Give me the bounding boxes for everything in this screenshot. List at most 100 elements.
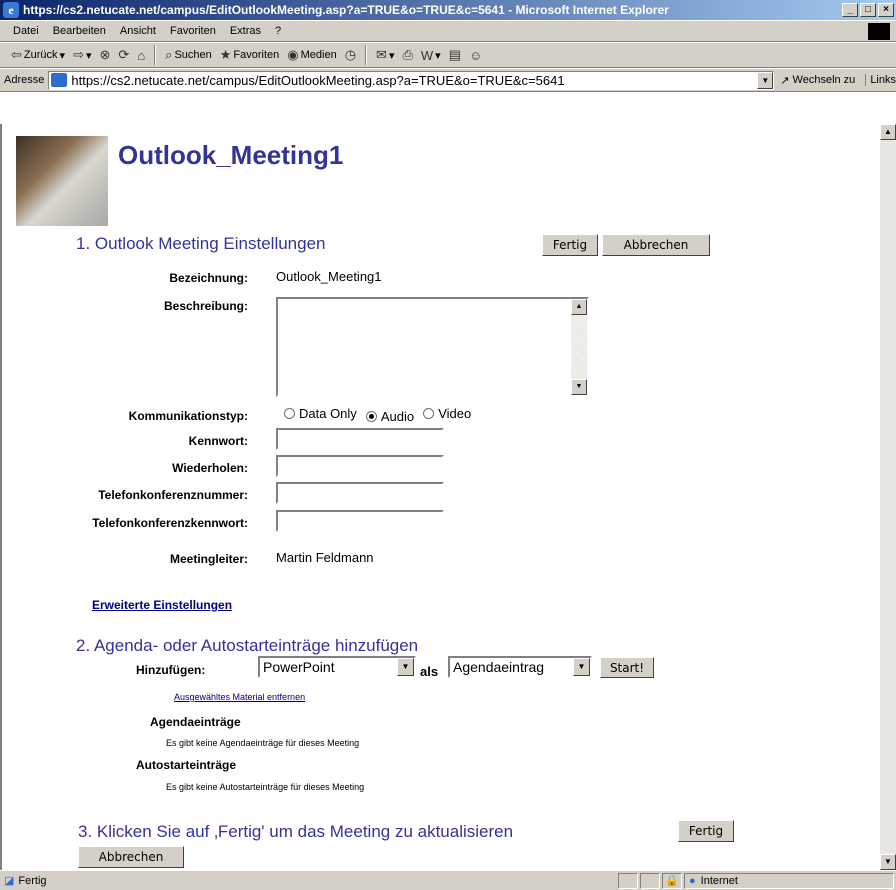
radio-circle[interactable] — [423, 408, 435, 419]
mail-button[interactable]: ✉ ▾ — [373, 47, 397, 63]
chevron-down-icon: ▾ — [388, 49, 395, 62]
scroll-up-icon[interactable]: ▲ — [880, 124, 896, 140]
messenger-button[interactable]: ☺ — [466, 48, 485, 63]
password-label: Kennwort: — [188, 434, 248, 448]
menu-extras[interactable]: Extras — [223, 25, 268, 37]
refresh-button[interactable]: ⟳ — [115, 47, 132, 63]
radio-label: Video — [438, 406, 472, 421]
repeat-label: Wiederholen: — [172, 461, 248, 475]
add-type-value: PowerPoint — [263, 659, 335, 675]
home-button[interactable]: ⌂ — [134, 48, 148, 63]
radio-circle[interactable] — [365, 411, 377, 422]
password-input[interactable] — [276, 428, 444, 450]
go-label: Wechseln zu — [792, 74, 856, 86]
done-button-bottom[interactable]: Fertig — [678, 820, 734, 842]
print-icon: ⎙ — [402, 47, 413, 62]
search-button[interactable]: ⌕ Suchen — [162, 47, 215, 63]
close-button[interactable]: × — [878, 3, 894, 17]
window-title: https://cs2.netucate.net/campus/EditOutl… — [23, 3, 669, 17]
maximize-button[interactable]: □ — [860, 3, 876, 17]
address-value: https://cs2.netucate.net/campus/EditOutl… — [71, 72, 565, 88]
back-label: Zurück — [23, 49, 58, 61]
toolbar: ⇦ Zurück ▾ ⇨ ▾ ⊗ ⟳ ⌂ ⌕ Suchen ★ Favoriten ◉ Me… — [0, 42, 896, 68]
minimize-button[interactable]: _ — [842, 3, 858, 17]
home-icon: ⌂ — [137, 47, 146, 63]
chevron-down-icon[interactable]: ▼ — [573, 658, 590, 676]
status-text: Fertig — [18, 874, 47, 887]
forward-button[interactable]: ⇨ ▾ — [70, 47, 94, 63]
messenger-icon: ☺ — [469, 47, 483, 63]
advanced-settings-link[interactable]: Erweiterte Einstellungen — [92, 598, 232, 612]
section-1-heading: 1. Outlook Meeting Einstellungen — [76, 234, 326, 253]
stop-button[interactable]: ⊗ — [97, 47, 114, 63]
done-button-top[interactable]: Fertig — [542, 234, 598, 256]
description-textarea[interactable]: ▲ ▼ — [276, 297, 589, 397]
cancel-button-top[interactable]: Abbrechen — [602, 234, 710, 256]
header-photo — [16, 136, 108, 226]
mail-icon: ✉ — [376, 47, 387, 62]
comm-type-label: Kommunikationstyp: — [128, 409, 248, 423]
radio-circle[interactable] — [284, 408, 295, 419]
media-button[interactable]: ◉ Medien — [284, 47, 339, 63]
section-3-heading: 3. Klicken Sie auf ‚Fertig' um das Meeti… — [78, 822, 514, 841]
menu-bearbeiten[interactable]: Bearbeiten — [46, 25, 113, 37]
radio-audio[interactable]: Audio — [365, 409, 415, 424]
radio-video[interactable]: Video — [423, 406, 471, 421]
go-button[interactable]: ↗ Wechseln zu — [780, 74, 855, 87]
toolbar-separator — [365, 45, 368, 65]
status-cell — [640, 872, 660, 889]
menu-ansicht[interactable]: Ansicht — [113, 25, 163, 37]
remove-material-link[interactable]: Ausgewähltes Material entfernen — [174, 692, 305, 702]
print-button[interactable]: ⎙ — [399, 47, 415, 63]
textarea-scrollbar[interactable]: ▲ ▼ — [571, 299, 587, 395]
radio-data-only[interactable]: Data Only — [284, 406, 357, 421]
chevron-down-icon[interactable]: ▼ — [397, 658, 414, 676]
windows-logo-icon — [868, 23, 890, 40]
conf-number-label: Telefonkonferenznummer: — [98, 488, 248, 502]
status-bar: ◪ Fertig 🔒 ● Internet — [0, 870, 896, 890]
description-label: Beschreibung: — [163, 299, 248, 313]
address-input[interactable]: https://cs2.netucate.net/campus/EditOutl… — [48, 70, 775, 90]
leader-value: Martin Feldmann — [276, 550, 374, 565]
media-icon: ◉ — [287, 47, 299, 62]
ie-icon: e — [3, 2, 19, 18]
scroll-down-icon[interactable]: ▼ — [880, 854, 896, 870]
cancel-button-bottom[interactable]: Abbrechen — [78, 846, 184, 868]
history-button[interactable]: ◷ — [342, 47, 359, 63]
back-button[interactable]: ⇦ Zurück ▾ — [8, 47, 68, 63]
page-viewport: Outlook_Meeting1 1. Outlook Meeting Eins… — [0, 124, 880, 870]
toolbar-separator — [154, 45, 157, 65]
add-type-select[interactable]: PowerPoint ▼ — [258, 656, 416, 678]
go-arrow-icon: ↗ — [780, 74, 790, 87]
conf-password-input[interactable] — [276, 510, 444, 532]
page-scrollbar[interactable]: ▲ ▼ — [880, 124, 896, 870]
page-title: Outlook_Meeting1 — [118, 140, 344, 170]
name-value: Outlook_Meeting1 — [276, 269, 382, 284]
page-icon — [51, 73, 68, 87]
forward-arrow-icon: ⇨ — [73, 47, 84, 62]
radio-label: Audio — [380, 409, 415, 424]
discuss-button[interactable]: ▤ — [446, 47, 464, 63]
favorites-button[interactable]: ★ Favoriten — [217, 47, 283, 63]
repeat-input[interactable] — [276, 455, 444, 477]
links-button[interactable]: Links — [865, 74, 896, 86]
favorites-label: Favoriten — [233, 49, 280, 61]
address-dropdown-button[interactable]: ▼ — [757, 71, 774, 89]
status-text-area: ◪ Fertig — [0, 874, 618, 888]
start-button[interactable]: Start! — [600, 657, 654, 678]
menu-favoriten[interactable]: Favoriten — [163, 25, 223, 37]
radio-label: Data Only — [299, 406, 357, 421]
refresh-icon: ⟳ — [118, 47, 130, 62]
menu-datei[interactable]: Datei — [6, 25, 46, 37]
globe-icon: ● — [689, 874, 696, 887]
menu-help[interactable]: ? — [268, 25, 288, 37]
conf-number-input[interactable] — [276, 482, 444, 504]
scroll-up-icon[interactable]: ▲ — [571, 299, 587, 315]
scroll-down-icon[interactable]: ▼ — [571, 379, 587, 395]
edit-button[interactable]: W ▾ — [418, 48, 444, 63]
agenda-heading: Agendaeinträge — [150, 715, 241, 729]
conf-password-label: Telefonkonferenzkennwort: — [92, 516, 248, 530]
window-titlebar: e https://cs2.netucate.net/campus/EditOu… — [0, 0, 896, 20]
as-type-select[interactable]: Agendaeintrag ▼ — [448, 656, 592, 678]
section-2-heading: 2. Agenda- oder Autostarteinträge hinzuf… — [76, 636, 419, 655]
